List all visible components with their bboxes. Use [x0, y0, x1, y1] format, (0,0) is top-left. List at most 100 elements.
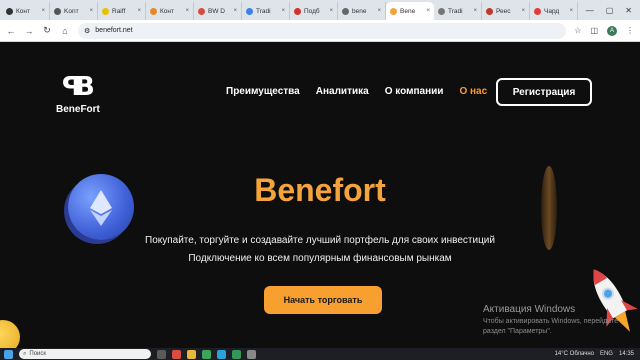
site-logo[interactable]: ꟼB BeneFort: [56, 72, 116, 120]
app-icon-folder[interactable]: [187, 349, 196, 359]
tab-label: Bene: [400, 7, 416, 15]
tab-close-icon[interactable]: ×: [329, 8, 333, 14]
tab-favicon-icon: [534, 7, 541, 15]
gold-coin-icon: [0, 320, 20, 348]
tab-close-icon[interactable]: ×: [89, 8, 93, 14]
window-controls: — ▢ ✕: [586, 0, 640, 20]
close-window-button[interactable]: ✕: [625, 6, 632, 15]
tab-favicon-icon: [246, 7, 253, 15]
browser-tab[interactable]: Конт ×: [2, 2, 50, 20]
hero-title: Benefort: [254, 172, 386, 208]
app-icon-telegram[interactable]: [217, 349, 226, 359]
browser-tab[interactable]: BW D ×: [194, 2, 242, 20]
browser-tab[interactable]: Tradi ×: [242, 2, 290, 20]
tab-favicon-icon: [390, 7, 397, 15]
tab-label: Конт: [160, 7, 174, 15]
tab-favicon-icon: [150, 7, 157, 15]
minimize-button[interactable]: —: [586, 6, 594, 15]
tab-favicon-icon: [6, 7, 13, 15]
profile-avatar[interactable]: A: [607, 25, 617, 36]
system-tray: 14°C Облачно ENG 14:35: [555, 351, 640, 357]
home-button[interactable]: ⌂: [60, 26, 70, 36]
app-icon-active[interactable]: [247, 349, 256, 359]
browser-tab[interactable]: Konт ×: [50, 2, 98, 20]
tab-close-icon[interactable]: ×: [233, 8, 237, 14]
taskbar-search-text: Поиск: [29, 351, 47, 357]
tab-close-icon[interactable]: ×: [377, 8, 381, 14]
clock[interactable]: 14:35: [619, 351, 634, 357]
tab-close-icon[interactable]: ×: [281, 8, 285, 14]
main-nav: Преимущества Аналитика О компании О нас: [226, 86, 487, 97]
tab-favicon-icon: [198, 7, 205, 15]
maximize-button[interactable]: ▢: [606, 6, 614, 15]
taskbar-search[interactable]: ⌕ Поиск: [19, 349, 151, 359]
tab-label: Чард: [544, 7, 560, 15]
address-bar[interactable]: ⚙ benefort.net: [78, 22, 567, 39]
tab-label: Реес: [496, 7, 511, 15]
browser-toolbar: ← → ↻ ⌂ ⚙ benefort.net ☆ ◫ A ⋮: [0, 20, 640, 42]
tab-label: BW D: [208, 7, 225, 15]
app-icon-chrome[interactable]: [202, 349, 211, 359]
windows-activation-line2: раздел "Параметры".: [483, 328, 552, 335]
browser-tab[interactable]: Bene ×: [386, 2, 434, 20]
tab-close-icon[interactable]: ×: [185, 8, 189, 14]
nav-item-analytics[interactable]: Аналитика: [316, 86, 369, 97]
tab-label: Konт: [64, 7, 79, 15]
register-button[interactable]: Регистрация: [496, 78, 592, 106]
language-indicator[interactable]: ENG: [600, 351, 613, 357]
tab-favicon-icon: [54, 7, 61, 15]
browser-tab[interactable]: Конт ×: [146, 2, 194, 20]
windows-start-icon[interactable]: [4, 349, 13, 359]
forward-button[interactable]: →: [24, 26, 34, 36]
start-trading-button[interactable]: Начать торговать: [264, 286, 382, 314]
tab-favicon-icon: [102, 7, 109, 15]
tab-close-icon[interactable]: ×: [426, 8, 430, 14]
tab-favicon-icon: [438, 7, 445, 15]
nav-item-about-us[interactable]: О нас: [459, 86, 487, 97]
task-view-icon[interactable]: [157, 349, 166, 359]
browser-tab[interactable]: Raiff ×: [98, 2, 146, 20]
extensions-icon[interactable]: ◫: [590, 26, 598, 35]
tab-favicon-icon: [486, 7, 493, 15]
app-icon-red[interactable]: [172, 349, 181, 359]
tab-close-icon[interactable]: ×: [137, 8, 141, 14]
tab-strip: Конт × Konт × Raiff × Конт × BW D × Tradi × Подб × ben…: [0, 0, 640, 20]
taskbar: ⌕ Поиск 14°C Облачно ENG 14:35: [0, 348, 640, 360]
hero-subtitle-secondary: Подключение ко всем популярным финансовы…: [188, 253, 452, 264]
page-content: ꟼB BeneFort Преимущества Аналитика О ком…: [0, 42, 640, 348]
weather-text[interactable]: 14°C Облачно: [555, 351, 594, 357]
nav-item-about-company[interactable]: О компании: [385, 86, 444, 97]
nav-item-advantages[interactable]: Преимущества: [226, 86, 300, 97]
tab-label: bene: [352, 7, 367, 15]
browser-tab[interactable]: Реес ×: [482, 2, 530, 20]
app-icon-green[interactable]: [232, 349, 241, 359]
browser-tab[interactable]: Чард ×: [530, 2, 578, 20]
tab-favicon-icon: [294, 7, 301, 15]
tab-close-icon[interactable]: ×: [473, 8, 477, 14]
logo-text: BeneFort: [56, 104, 100, 115]
reload-button[interactable]: ↻: [42, 25, 52, 36]
browser-tab[interactable]: Tradi ×: [434, 2, 482, 20]
toolbar-right: ☆ ◫ A ⋮: [574, 25, 634, 36]
bookmark-star-icon[interactable]: ☆: [574, 26, 581, 35]
tab-label: Tradi: [256, 7, 271, 15]
tab-label: Подб: [304, 7, 320, 15]
tab-close-icon[interactable]: ×: [41, 8, 45, 14]
windows-activation-title: Активация Windows: [483, 304, 576, 315]
windows-activation-line1: Чтобы активировать Windows, перейдите: [483, 318, 619, 325]
tab-label: Tradi: [448, 7, 463, 15]
tab-label: Конт: [16, 7, 30, 15]
hero-subtitle: Покупайте, торгуйте и создавайте лучший …: [145, 235, 495, 246]
windows-activation-text: Чтобы активировать Windows, перейдите ра…: [483, 317, 640, 337]
tab-label: Raiff: [112, 7, 126, 15]
site-info-icon[interactable]: ⚙: [84, 27, 90, 35]
url-text: benefort.net: [95, 27, 133, 34]
browser-tab[interactable]: bene ×: [338, 2, 386, 20]
back-button[interactable]: ←: [6, 26, 16, 36]
tab-close-icon[interactable]: ×: [569, 8, 573, 14]
browser-window: Конт × Konт × Raiff × Конт × BW D × Tradi × Подб × ben…: [0, 0, 640, 360]
browser-tab[interactable]: Подб ×: [290, 2, 338, 20]
search-icon: ⌕: [23, 350, 27, 357]
menu-icon[interactable]: ⋮: [626, 26, 634, 35]
tab-close-icon[interactable]: ×: [521, 8, 525, 14]
